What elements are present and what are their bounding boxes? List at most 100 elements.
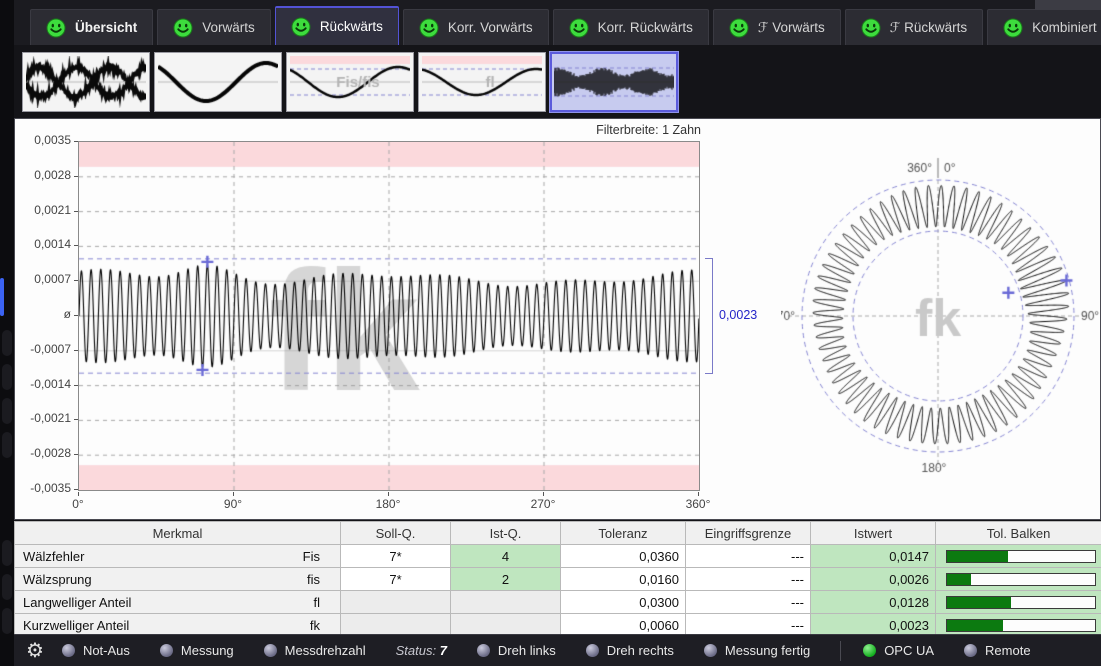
tab-label: Kombiniert: [1032, 20, 1097, 35]
column-header-1: Soll-Q.: [341, 522, 451, 545]
measurement-panel: Filterbreite: 1 Zahn 0,0023 0,00350,0028…: [14, 118, 1101, 520]
x-axis-tick: [78, 492, 79, 496]
tab-rückwärts[interactable]: Rückwärts: [275, 6, 399, 45]
left-toolbar: [0, 0, 14, 666]
toleranz-cell: 0,0160: [561, 568, 686, 591]
tab-korr-rückwärts[interactable]: Korr. Rückwärts: [553, 9, 709, 45]
window-chrome-fragment: [1035, 0, 1101, 10]
thumbnail-fl[interactable]: [418, 52, 546, 112]
led-gray-icon: [586, 644, 599, 657]
status-indicator-label: Remote: [985, 643, 1031, 658]
column-header-3: Toleranz: [561, 522, 686, 545]
thumbnail-fk[interactable]: [550, 52, 678, 112]
tab--rückwärts[interactable]: ℱ Rückwärts: [845, 9, 983, 45]
tab-vorwärts[interactable]: Vorwärts: [157, 9, 271, 45]
results-table: MerkmalSoll-Q.Ist-Q.ToleranzEingriffsgre…: [14, 521, 1101, 637]
status-indicator-messung: Messung: [160, 643, 234, 658]
thumbnail-fis-fis[interactable]: [286, 52, 414, 112]
eingriffsgrenze-cell: ---: [686, 545, 811, 568]
tab--vorwärts[interactable]: ℱ Vorwärts: [713, 9, 841, 45]
tolerance-bar-track: [946, 619, 1096, 632]
left-toolbar-knob: [2, 540, 12, 566]
toleranz-cell: 0,0300: [561, 591, 686, 614]
column-header-0: Merkmal: [15, 522, 341, 545]
column-header-5: Istwert: [811, 522, 936, 545]
table-row-fis: Wälzsprungfis7*20,0160---0,0026: [15, 568, 1101, 591]
table-row-fl: Langwelliger Anteilfl0,0300---0,0128: [15, 591, 1101, 614]
tab-kombiniert[interactable]: Kombiniert: [987, 9, 1101, 45]
y-axis-tick-label: 0,0028: [15, 168, 71, 182]
merkmal-name: Kurzwelliger Anteil: [23, 618, 129, 633]
column-header-4: Eingriffsgrenze: [686, 522, 811, 545]
y-axis-tick-label: -0,0021: [15, 411, 71, 425]
y-axis-tick: [74, 385, 78, 386]
left-toolbar-knob: [2, 608, 12, 634]
smiley-icon: [419, 18, 439, 38]
status-value: Status: 7: [396, 643, 447, 658]
tolerance-bar-track: [946, 596, 1096, 609]
y-axis-tick-label: -0,0035: [15, 481, 71, 495]
soll-q-cell: [341, 591, 451, 614]
left-toolbar-active-indicator: [0, 278, 4, 316]
merkmal-symbol: fl: [314, 595, 321, 610]
merkmal-name: Langwelliger Anteil: [23, 595, 131, 610]
status-indicator-label: Dreh links: [498, 643, 556, 658]
x-axis-tick: [543, 492, 544, 496]
smiley-icon: [861, 18, 881, 38]
x-axis-tick-label: 180°: [366, 497, 410, 511]
thumbnail-fis-smooth-canvas: [158, 56, 278, 108]
status-indicator-messung-fertig: Messung fertig: [704, 643, 810, 658]
led-gray-icon: [160, 644, 173, 657]
tab-label: Korr. Rückwärts: [598, 20, 693, 35]
tab-übersicht[interactable]: Übersicht: [30, 9, 153, 45]
merkmal-symbol: Fis: [303, 549, 320, 564]
y-axis-tick-label: 0,0014: [15, 237, 71, 251]
thumbnail-fis-dual-canvas: [26, 56, 146, 108]
tab-label: ℱ Rückwärts: [890, 20, 967, 36]
polar-chart: [781, 139, 1101, 483]
led-gray-icon: [704, 644, 717, 657]
status-indicator-messdrehzahl: Messdrehzahl: [264, 643, 366, 658]
thumbnail-fis-dual[interactable]: [22, 52, 150, 112]
tab-korr-vorwärts[interactable]: Korr. Vorwärts: [403, 9, 549, 45]
ist-q-cell: 2: [451, 568, 561, 591]
status-separator: [840, 641, 841, 661]
ist-q-cell: [451, 591, 561, 614]
status-indicator-label: Messdrehzahl: [285, 643, 366, 658]
column-header-2: Ist-Q.: [451, 522, 561, 545]
y-axis-tick-label: 0,0021: [15, 203, 71, 217]
status-indicator-not-aus: Not-Aus: [62, 643, 130, 658]
smiley-icon: [46, 18, 66, 38]
x-axis-tick: [233, 492, 234, 496]
column-header-6: Tol. Balken: [936, 522, 1101, 545]
tolerance-bar-track: [946, 573, 1096, 586]
led-gray-icon: [62, 644, 75, 657]
thumbnail-fis-smooth[interactable]: [154, 52, 282, 112]
y-axis-tick: [74, 419, 78, 420]
thumbnail-fis-fis-canvas: [290, 56, 410, 108]
thumbnail-fl-canvas: [422, 56, 542, 108]
led-gray-icon: [477, 644, 490, 657]
tab-label: Übersicht: [75, 20, 137, 35]
tolerance-bar-fill: [947, 620, 1003, 631]
settings-gear-icon[interactable]: ⚙: [26, 641, 44, 661]
soll-q-cell: 7*: [341, 568, 451, 591]
led-gray-icon: [964, 644, 977, 657]
y-axis-tick: [74, 280, 78, 281]
status-indicator-dreh-links: Dreh links: [477, 643, 556, 658]
left-toolbar-knob: [2, 432, 12, 458]
tolerance-bar-fill: [947, 574, 971, 585]
left-toolbar-knob: [2, 330, 12, 356]
led-green-icon: [863, 644, 876, 657]
merkmal-symbol: fis: [307, 572, 320, 587]
smiley-icon: [729, 18, 749, 38]
merkmal-name: Wälzfehler: [23, 549, 84, 564]
y-axis-tick: [74, 489, 78, 490]
soll-q-cell: 7*: [341, 545, 451, 568]
x-axis-tick-label: 360°: [676, 497, 720, 511]
left-toolbar-knob: [2, 574, 12, 600]
tab-label: Rückwärts: [320, 19, 383, 34]
tolerance-bar-fill: [947, 551, 1008, 562]
x-axis-tick-label: 90°: [211, 497, 255, 511]
istwert-cell: 0,0147: [811, 545, 936, 568]
